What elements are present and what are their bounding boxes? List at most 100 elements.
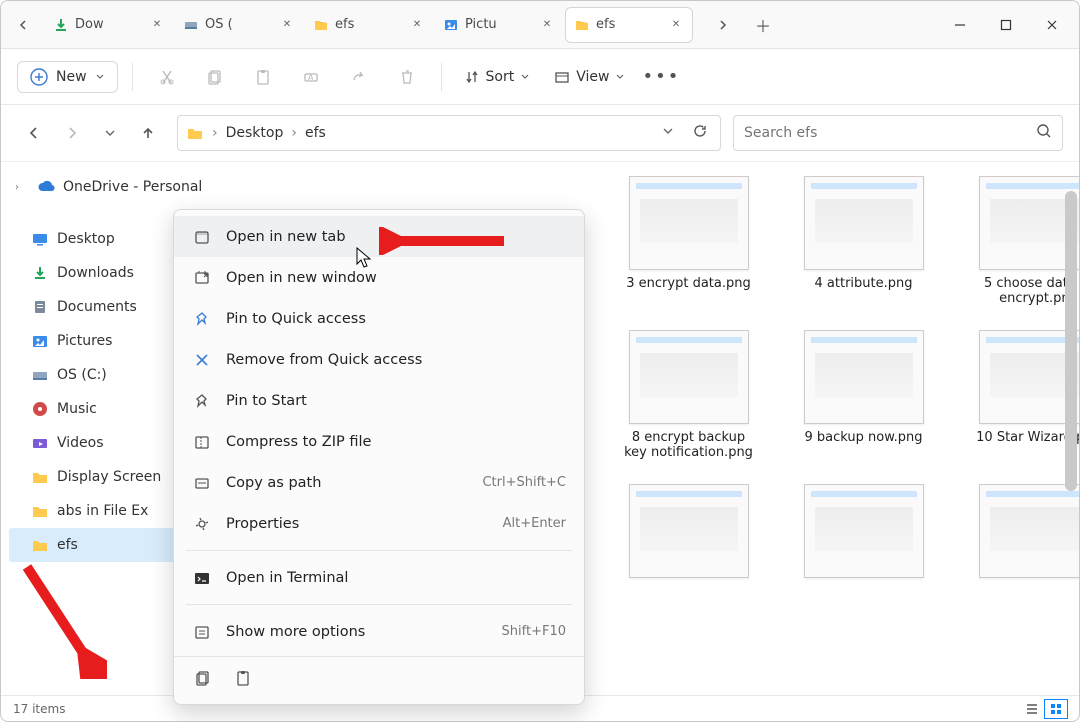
menu-pin-start[interactable]: Pin to Start [174,380,584,421]
download-icon [53,17,69,33]
plus-circle-icon [30,68,48,86]
copy-icon[interactable] [192,667,214,689]
new-button[interactable]: New [17,61,118,93]
address-dropdown[interactable] [656,125,680,141]
menu-compress-zip[interactable]: Compress to ZIP file [174,421,584,462]
item-count: 17 items [13,702,65,716]
file-thumbnail [629,330,749,424]
menu-separator [186,604,572,605]
file-item-partial[interactable] [786,484,941,578]
menu-open-terminal[interactable]: Open in Terminal [174,557,584,598]
new-tab-button[interactable]: ＋ [745,7,781,43]
view-label: View [576,69,609,85]
nav-label: Desktop [57,231,115,247]
minimize-button[interactable] [937,7,983,43]
file-item[interactable]: 5 choose data to encrypt.png [961,176,1079,306]
menu-label: Show more options [226,624,488,640]
tab-scroll-left[interactable] [5,7,41,43]
tab-close-icon[interactable]: ✕ [279,17,295,33]
refresh-button[interactable] [688,123,712,143]
search-input[interactable] [744,125,1036,141]
address-bar[interactable]: › Desktop › efs [177,115,721,151]
file-item-partial[interactable] [611,484,766,578]
menu-shortcut: Ctrl+Shift+C [482,475,566,490]
delete-button[interactable] [387,57,427,97]
new-window-icon [192,268,212,288]
tab-efs-1[interactable]: efs ✕ [305,7,433,43]
file-item-partial[interactable] [961,484,1079,578]
menu-label: Open in new window [226,270,566,286]
close-button[interactable] [1029,7,1075,43]
file-name: 9 backup now.png [804,430,922,445]
nav-label: OneDrive - Personal [63,179,202,195]
rename-button[interactable]: A [291,57,331,97]
up-button[interactable] [131,116,165,150]
breadcrumb-efs[interactable]: efs [305,125,326,141]
vertical-scrollbar[interactable] [1065,191,1077,491]
picture-icon [31,332,49,350]
paste-icon[interactable] [232,667,254,689]
properties-icon [192,514,212,534]
copy-button[interactable] [195,57,235,97]
menu-copy-as-path[interactable]: Copy as path Ctrl+Shift+C [174,462,584,503]
details-view-toggle[interactable] [1021,700,1043,718]
file-item[interactable]: 4 attribute.png [786,176,941,306]
menu-label: Pin to Start [226,393,566,409]
file-name: 4 attribute.png [815,276,913,291]
file-item[interactable]: 8 encrypt backup key notification.png [611,330,766,460]
paste-button[interactable] [243,57,283,97]
tab-label: Dow [75,17,143,32]
maximize-button[interactable] [983,7,1029,43]
drive-icon [31,366,49,384]
view-icon [554,69,570,85]
menu-label: Pin to Quick access [226,311,566,327]
chevron-right-icon: › [15,182,29,193]
tab-os-c[interactable]: OS ( ✕ [175,7,303,43]
back-button[interactable] [17,116,51,150]
more-button[interactable]: ••• [641,57,681,97]
sort-dropdown[interactable]: Sort [456,63,539,91]
tab-downloads[interactable]: Dow ✕ [45,7,173,43]
download-icon [31,264,49,282]
cloud-icon [37,178,55,196]
nav-onedrive[interactable]: › OneDrive - Personal [9,170,214,204]
tab-strip: Dow ✕ OS ( ✕ efs ✕ [45,7,693,43]
tab-efs-active[interactable]: efs ✕ [565,7,693,43]
tab-close-icon[interactable]: ✕ [539,17,555,33]
tab-close-icon[interactable]: ✕ [149,17,165,33]
file-item[interactable]: 9 backup now.png [786,330,941,460]
file-item[interactable]: 10 Star Wizard.png [961,330,1079,460]
pin-icon [192,309,212,329]
file-name: 5 choose data to encrypt.png [969,276,1080,306]
breadcrumb-desktop[interactable]: Desktop [226,125,284,141]
recent-dropdown[interactable] [93,116,127,150]
search-box[interactable] [733,115,1063,151]
cut-button[interactable] [147,57,187,97]
divider [441,63,442,91]
new-label: New [56,69,87,85]
tab-label: OS ( [205,17,273,32]
tab-pictures[interactable]: Pictu ✕ [435,7,563,43]
menu-open-new-window[interactable]: Open in new window [174,257,584,298]
share-button[interactable] [339,57,379,97]
menu-show-more-options[interactable]: Show more options Shift+F10 [174,611,584,652]
breadcrumb-separator: › [212,125,218,141]
folder-icon [574,17,590,33]
menu-properties[interactable]: Properties Alt+Enter [174,503,584,544]
chevron-down-icon [520,72,530,82]
tab-close-icon[interactable]: ✕ [668,17,684,33]
large-icons-view-toggle[interactable] [1045,700,1067,718]
file-name: 3 encrypt data.png [626,276,750,291]
video-icon [31,434,49,452]
file-name: 8 encrypt backup key notification.png [619,430,759,460]
menu-remove-quick-access[interactable]: Remove from Quick access [174,339,584,380]
menu-pin-quick-access[interactable]: Pin to Quick access [174,298,584,339]
path-icon [192,473,212,493]
tab-scroll-right[interactable] [705,7,741,43]
view-dropdown[interactable]: View [546,63,633,91]
folder-icon [31,536,49,554]
forward-button[interactable] [55,116,89,150]
file-item[interactable]: 3 encrypt data.png [611,176,766,306]
tab-close-icon[interactable]: ✕ [409,17,425,33]
nav-label: abs in File Ex [57,503,148,519]
